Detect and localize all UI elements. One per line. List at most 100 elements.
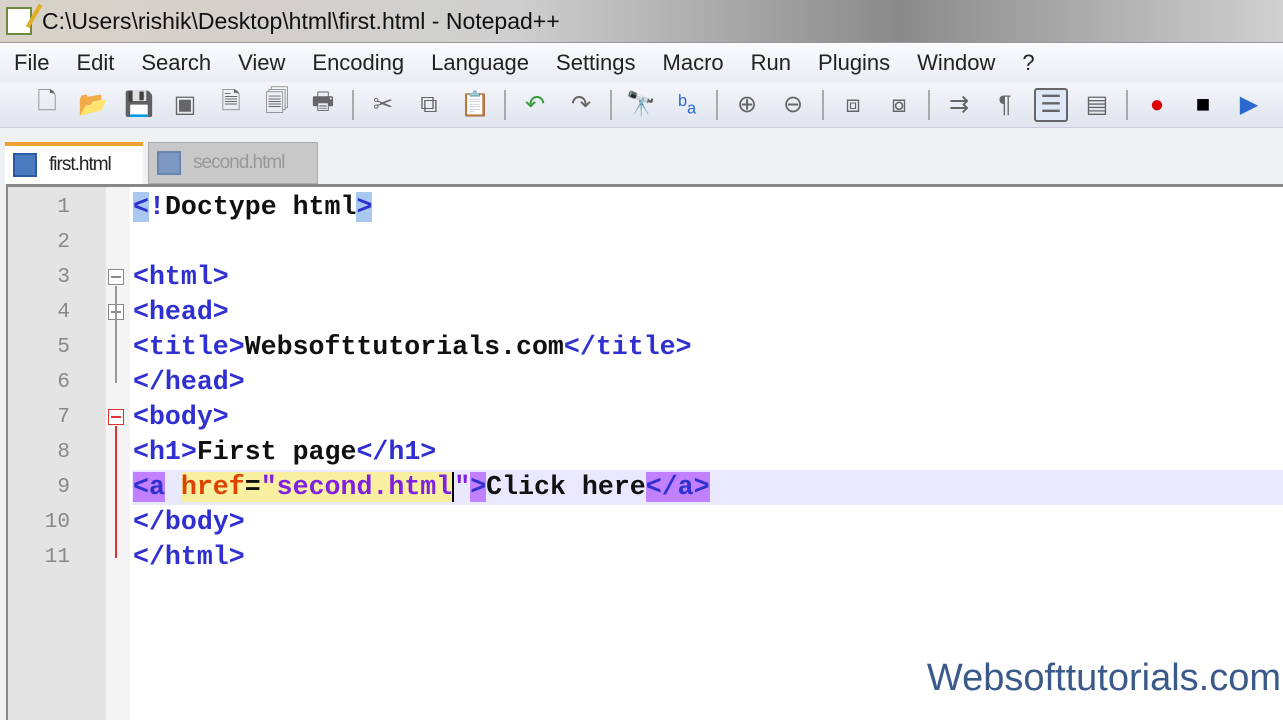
stop-macro-icon[interactable]: ■ [1186,88,1220,122]
code-token: < [133,192,149,222]
code-token: </a> [645,472,710,502]
menu-language[interactable]: Language [431,50,529,76]
menu-help[interactable]: ? [1022,50,1034,76]
toolbar-separator [610,89,612,120]
fold-margin[interactable] [106,187,130,720]
play-macro-icon[interactable]: ▶ [1232,88,1266,122]
file-saved-icon [157,151,181,175]
code-line[interactable]: </body> [132,505,1283,540]
line-number: 5 [57,336,70,359]
user-lang-icon[interactable]: ▤ [1080,88,1114,122]
line-number: 11 [44,546,70,569]
code-line[interactable]: <head> [132,295,1283,330]
code-token: <h1> [133,437,197,467]
toolbar: 🗋 📂 💾 ▣ 🗎 🗐 🖶 ✂ ⧉ 📋 ↶ ↷ 🔭 ᵇₐ ⊕ ⊖ ⧈ ⧇ ⇉ ¶ ☰ ▤ ● ■ ▶ [0,82,1283,128]
replace-icon[interactable]: ᵇₐ [670,88,704,122]
toolbar-separator [504,89,506,120]
line-number: 2 [57,231,70,254]
code-token: </html> [133,542,245,572]
code-token: </head> [133,367,245,397]
close-all-icon[interactable]: 🗐 [260,88,294,122]
menu-search[interactable]: Search [141,50,211,76]
line-number: 4 [57,301,70,324]
fold-toggle-icon[interactable] [108,409,124,425]
code-token: "second.html [260,472,453,502]
new-file-icon[interactable]: 🗋 [30,88,64,122]
zoom-out-icon[interactable]: ⊖ [776,88,810,122]
menu-encoding[interactable]: Encoding [312,50,404,76]
code-token: <body> [133,402,229,432]
line-number: 3 [57,266,70,289]
undo-icon[interactable]: ↶ [518,88,552,122]
line-number-gutter: 1 2 3 4 5 6 7 8 9 10 11 [8,187,106,720]
toolbar-separator [352,89,354,120]
record-macro-icon[interactable]: ● [1140,88,1174,122]
word-wrap-icon[interactable]: ⇉ [942,88,976,122]
file-saved-icon [13,153,37,177]
redo-icon[interactable]: ↷ [564,88,598,122]
line-number: 1 [57,196,70,219]
code-line[interactable]: <html> [132,260,1283,295]
code-line[interactable]: <title>Websofttutorials.com</title> [132,330,1283,365]
menu-run[interactable]: Run [751,50,791,76]
menu-macro[interactable]: Macro [663,50,724,76]
toolbar-separator [1126,89,1128,120]
indent-guide-icon[interactable]: ☰ [1034,87,1068,122]
code-line[interactable]: <h1>First page</h1> [132,435,1283,470]
code-token: <head> [133,297,229,327]
code-line[interactable]: <body> [132,400,1283,435]
toolbar-separator [716,89,718,120]
menu-window[interactable]: Window [917,50,995,76]
code-token: " [454,472,471,502]
menu-view[interactable]: View [238,50,285,76]
code-token: > [356,192,373,222]
text-caret [452,471,455,502]
code-token: href [180,472,245,502]
cut-icon[interactable]: ✂ [366,88,400,122]
code-token: > [470,472,487,502]
code-line[interactable]: <a href="second.html">Click here</a> [132,470,1283,505]
menu-plugins[interactable]: Plugins [818,50,890,76]
save-icon[interactable]: 💾 [122,88,156,122]
save-all-icon[interactable]: ▣ [168,88,202,122]
code-editor[interactable]: 1 2 3 4 5 6 7 8 9 10 11 <!Doctype html> <html> <head… [6,184,1283,720]
code-token: <a [133,472,165,502]
open-file-icon[interactable]: 📂 [76,88,110,122]
code-token: ! [148,192,165,222]
code-line[interactable]: <!Doctype html> [132,190,1283,225]
print-icon[interactable]: 🖶 [306,88,340,122]
line-number: 9 [57,476,70,499]
tab-bar: first.html second.html [0,128,1283,184]
code-line[interactable]: </html> [132,540,1283,575]
fold-line [115,286,117,383]
window-title: C:\Users\rishik\Desktop\html\first.html … [42,7,560,34]
code-token: <html> [133,262,229,292]
line-number: 10 [44,511,70,534]
code-line[interactable]: </head> [132,365,1283,400]
code-token: Websofttutorials.com [244,332,564,362]
notepad-plus-plus-icon [6,7,32,35]
line-number: 7 [57,406,70,429]
code-token: = [244,472,261,502]
line-number: 6 [57,371,70,394]
fold-line [115,426,117,558]
menu-edit[interactable]: Edit [76,50,114,76]
copy-icon[interactable]: ⧉ [412,88,446,122]
tab-second-html[interactable]: second.html [148,142,318,184]
sync-horizontal-icon[interactable]: ⧇ [882,88,916,122]
menu-settings[interactable]: Settings [556,50,636,76]
zoom-in-icon[interactable]: ⊕ [730,88,764,122]
close-icon[interactable]: 🗎 [214,88,248,122]
code-token: </title> [563,332,692,362]
code-line[interactable] [132,225,1283,260]
menu-file[interactable]: File [14,50,49,76]
code-token: First page [196,437,357,467]
tab-first-html[interactable]: first.html [5,142,143,184]
fold-toggle-icon[interactable] [108,269,124,285]
code-token: <title> [133,332,245,362]
sync-vertical-icon[interactable]: ⧈ [836,88,870,122]
paste-icon[interactable]: 📋 [458,88,492,122]
show-all-chars-icon[interactable]: ¶ [988,88,1022,122]
find-icon[interactable]: 🔭 [624,88,658,122]
